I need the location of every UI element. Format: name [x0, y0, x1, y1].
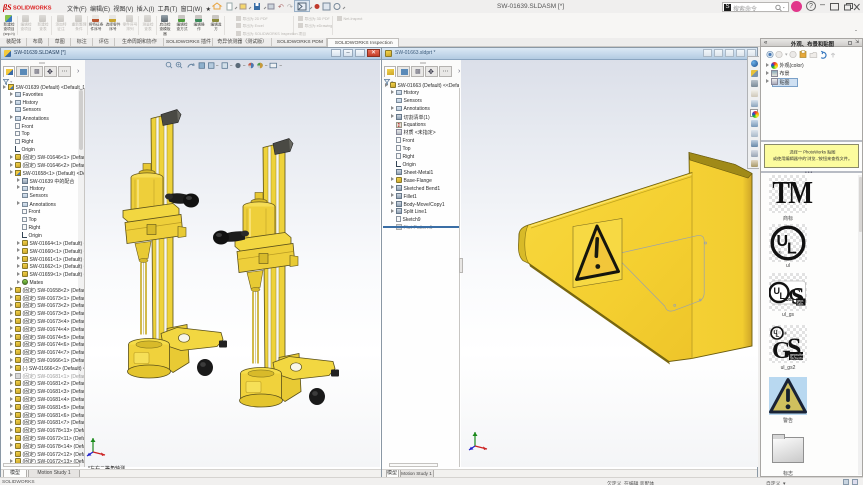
- svg-text:βS: βS: [3, 3, 12, 12]
- svg-text:L: L: [787, 240, 797, 257]
- svg-text:Sich.: Sich.: [797, 302, 805, 306]
- svg-text:↶: ↶: [278, 4, 284, 11]
- svg-text:®: ®: [778, 249, 782, 255]
- svg-text:Sicherheit: Sicherheit: [790, 357, 806, 361]
- svg-text:SOLIDWORKS: SOLIDWORKS: [13, 6, 52, 12]
- svg-text:↷: ↷: [287, 4, 293, 11]
